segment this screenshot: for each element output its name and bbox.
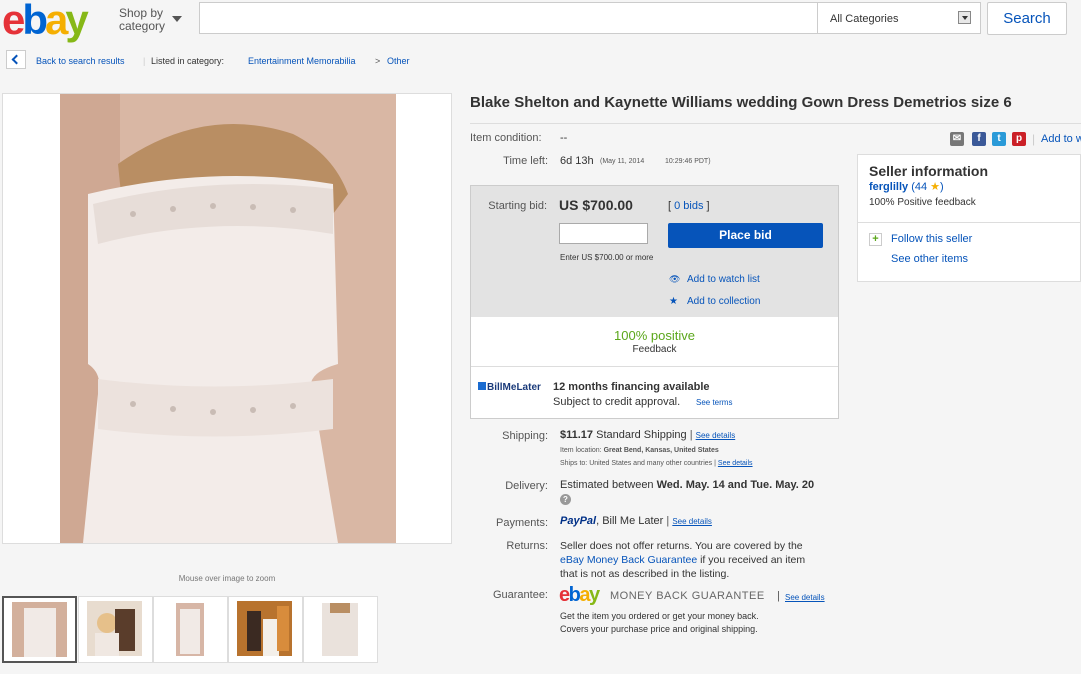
bid-divider: [471, 366, 838, 367]
subcategory-link[interactable]: Other: [387, 56, 410, 66]
enter-bid-hint: Enter US $700.00 or more: [560, 253, 654, 262]
search-input[interactable]: [199, 2, 817, 34]
dropdown-arrow-icon[interactable]: [958, 11, 971, 24]
place-bid-button[interactable]: Place bid: [668, 223, 823, 248]
delivery-label: Delivery:: [505, 480, 548, 492]
see-terms-link[interactable]: See terms: [696, 398, 732, 407]
payments-see-details-link[interactable]: See details: [672, 517, 712, 526]
breadcrumb-separator: >: [375, 56, 381, 66]
returns-text: Seller does not offer returns. You are c…: [560, 540, 806, 580]
starting-bid-label: Starting bid:: [488, 200, 547, 212]
seller-name-link[interactable]: ferglilly: [869, 181, 908, 193]
thumbnail-4[interactable]: [228, 596, 303, 663]
ebay-guarantee-logo: ebay: [559, 584, 600, 606]
positive-rating: 100% positive: [614, 328, 695, 343]
thumbnail-wedding-icon: [237, 601, 292, 656]
thumbnail-dress-icon: [162, 601, 217, 656]
item-title: Blake Shelton and Kaynette Williams wedd…: [470, 94, 1012, 111]
thumbnail-5[interactable]: [303, 596, 378, 663]
shipping-label: Shipping:: [502, 430, 548, 442]
bids-count: [ 0 bids ]: [668, 200, 710, 212]
plus-icon[interactable]: +: [869, 233, 882, 246]
billmelater-logo: BillMeLater: [478, 382, 541, 393]
financing-text: 12 months financing available: [553, 381, 710, 393]
seller-divider: [857, 222, 1081, 223]
category-link[interactable]: Entertainment Memorabilia: [248, 56, 356, 66]
add-to-collection-link[interactable]: Add to collection: [687, 296, 760, 307]
bid-amount-input[interactable]: [559, 223, 648, 244]
add-to-watch-list-link[interactable]: Add to watch list: [687, 274, 760, 285]
dress-image: [60, 94, 396, 543]
follow-seller-link[interactable]: Follow this seller: [891, 233, 972, 245]
money-back-guarantee-link[interactable]: eBay Money Back Guarantee: [560, 554, 697, 566]
help-icon[interactable]: ?: [560, 494, 571, 505]
star-icon: ★: [930, 181, 941, 193]
breadcrumb-divider: |: [143, 56, 146, 66]
pinterest-icon[interactable]: p: [1012, 132, 1026, 146]
shipping-cost: $11.17: [560, 429, 594, 441]
bids-link[interactable]: 0 bids: [674, 200, 703, 212]
seller-feedback: 100% Positive feedback: [869, 197, 976, 208]
ebay-logo[interactable]: ebay: [2, 0, 89, 41]
payments-line: PayPal, Bill Me Later | See details: [560, 515, 712, 527]
thumbnail-2[interactable]: [78, 596, 153, 663]
facebook-icon[interactable]: f: [972, 132, 986, 146]
main-product-image[interactable]: [2, 93, 452, 544]
seller-score-link[interactable]: (44 ★): [911, 181, 944, 193]
title-divider: [470, 123, 1081, 124]
category-select-value: All Categories: [830, 13, 899, 25]
star-icon: ★: [669, 296, 678, 307]
seller-title: Seller information: [869, 163, 989, 179]
thumbnail-3[interactable]: [153, 596, 228, 663]
guarantee-line1: Get the item you ordered or get your mon…: [560, 611, 759, 621]
search-button[interactable]: Search: [987, 2, 1067, 35]
guarantee-label: Guarantee:: [492, 589, 548, 601]
thumbnail-1[interactable]: [2, 596, 77, 663]
returns-label: Returns:: [506, 540, 548, 552]
starting-bid-value: US $700.00: [559, 197, 633, 213]
mail-icon[interactable]: ✉: [950, 132, 964, 146]
seller-name-line: ferglilly (44 ★): [869, 180, 944, 193]
guarantee-see-details-link[interactable]: See details: [785, 593, 825, 602]
shipping-see-details-link[interactable]: See details: [696, 431, 736, 440]
shop-by-line2: category: [119, 19, 166, 33]
share-divider: |: [1032, 132, 1036, 146]
guarantee-line2: Covers your purchase price and original …: [560, 624, 758, 634]
shipping-line: $11.17 Standard Shipping | See details: [560, 429, 736, 441]
twitter-icon[interactable]: t: [992, 132, 1006, 146]
ships-to-see-details-link[interactable]: See details: [718, 460, 753, 467]
shipping-method: Standard Shipping: [596, 429, 687, 441]
time-left-date: (May 11, 2014: [600, 158, 645, 165]
thumbnail-couple-icon: [87, 601, 142, 656]
thumbnail-dress-back-icon: [312, 601, 367, 656]
item-location: Item location: Great Bend, Kansas, Unite…: [560, 447, 719, 454]
time-left-time: 10:29:46 PDT): [665, 158, 711, 165]
ships-to: Ships to: United States and many other c…: [560, 460, 753, 467]
listed-in-label: Listed in category:: [151, 56, 225, 66]
paypal-logo: PayPal: [560, 515, 597, 527]
thumbnail-dress-icon: [12, 602, 67, 657]
delivery-estimate: Estimated between Wed. May. 14 and Tue. …: [560, 479, 815, 491]
chevron-down-icon[interactable]: [172, 16, 182, 22]
feedback-label: Feedback: [632, 344, 677, 355]
eye-icon: 👁: [669, 274, 681, 284]
credit-text: Subject to credit approval.: [553, 396, 681, 408]
time-left-value: 6d 13h: [560, 155, 594, 167]
shop-by-category-button[interactable]: Shop by category: [119, 7, 165, 33]
condition-label: Item condition:: [470, 132, 542, 144]
time-left-label: Time left:: [503, 155, 548, 167]
zoom-hint: Mouse over image to zoom: [178, 574, 276, 583]
category-select[interactable]: All Categories: [817, 2, 981, 34]
add-to-watch-link[interactable]: Add to w: [1041, 133, 1081, 145]
see-other-items-link[interactable]: See other items: [891, 253, 968, 265]
condition-value: --: [560, 132, 568, 144]
back-arrow-icon[interactable]: [6, 50, 26, 69]
back-to-results-link[interactable]: Back to search results: [36, 56, 125, 66]
guarantee-sep: |: [777, 590, 780, 602]
payments-label: Payments:: [496, 517, 548, 529]
money-back-tagline: MONEY BACK GUARANTEE: [610, 590, 765, 602]
